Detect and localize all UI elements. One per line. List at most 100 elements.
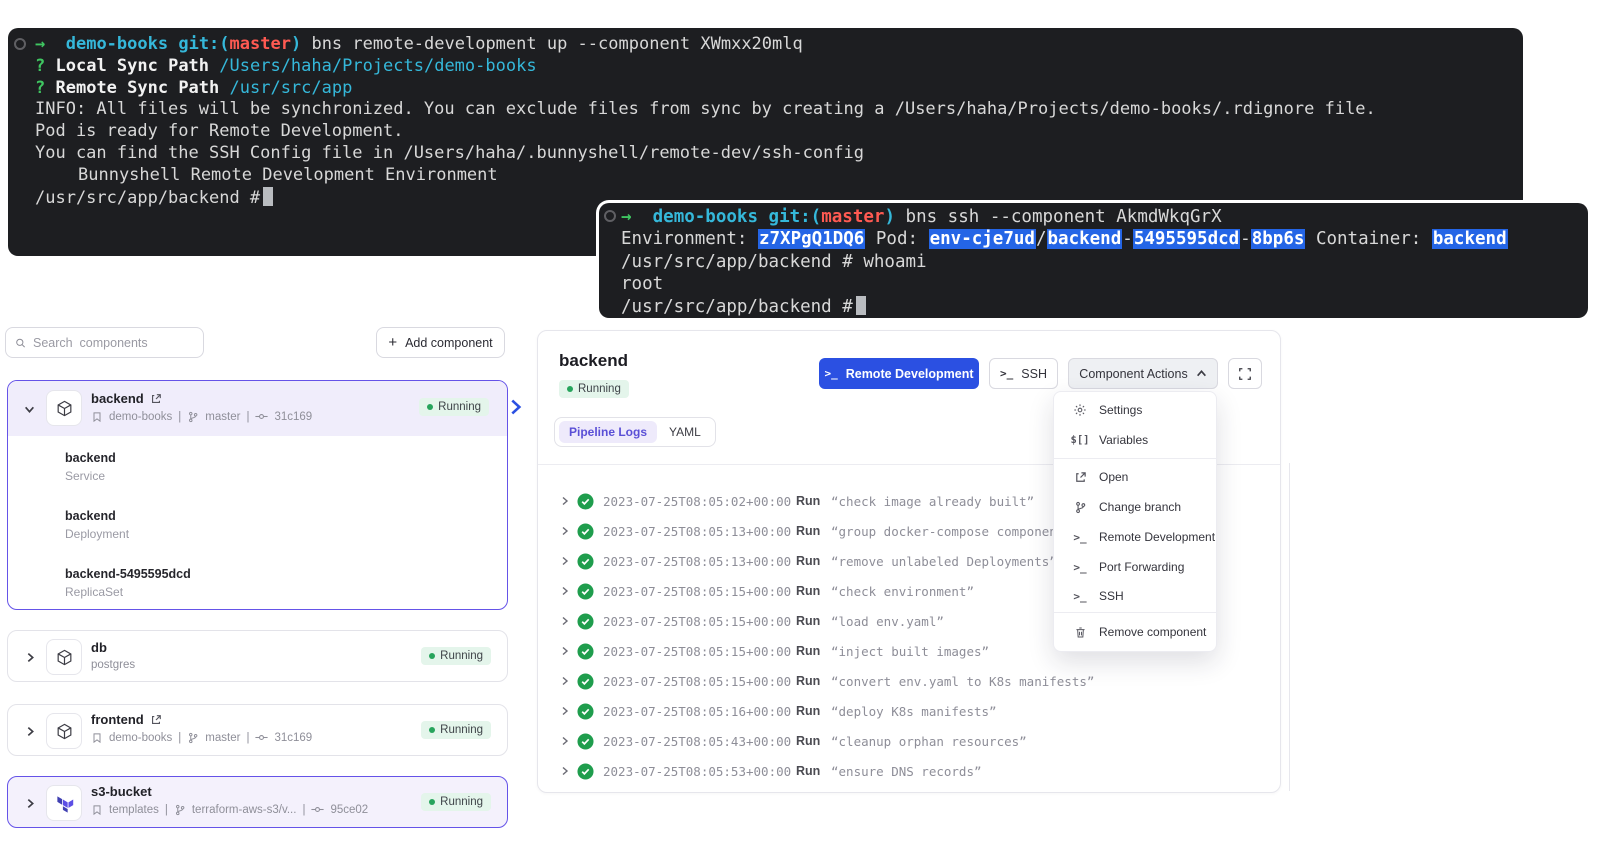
prompt-arrow-icon: → bbox=[35, 34, 45, 54]
log-row[interactable]: 2023-07-25T08:05:53+00:00 Run “ensure DN… bbox=[538, 760, 1280, 782]
status-badge: Running bbox=[419, 398, 489, 416]
menu-item-ssh[interactable]: >_ SSH bbox=[1054, 582, 1216, 610]
status-dot bbox=[429, 727, 435, 733]
chevron-right-icon[interactable] bbox=[560, 676, 570, 686]
component-card-frontend[interactable]: frontend demo-books | master | 31c169 Ru… bbox=[7, 704, 508, 756]
log-row[interactable]: 2023-07-25T08:05:15+00:00 Run “convert e… bbox=[538, 670, 1280, 692]
log-run-label: Run bbox=[796, 554, 820, 568]
menu-item-port-forwarding[interactable]: >_ Port Forwarding bbox=[1054, 553, 1216, 581]
fullscreen-button[interactable] bbox=[1228, 358, 1262, 389]
component-name: frontend bbox=[91, 712, 144, 727]
fullscreen-icon bbox=[1238, 367, 1252, 381]
prompt-dir: demo-books bbox=[66, 34, 168, 54]
chevron-down-icon[interactable] bbox=[24, 404, 35, 415]
chevron-right-icon[interactable] bbox=[560, 766, 570, 776]
log-command: “load env.yaml” bbox=[831, 614, 944, 629]
external-link-icon[interactable] bbox=[150, 393, 162, 405]
chevron-right-icon[interactable] bbox=[25, 726, 36, 737]
search-icon bbox=[15, 336, 26, 350]
status-badge: Running bbox=[421, 793, 491, 811]
terminal-window-ssh[interactable]: → demo-books git:(master) bns ssh --comp… bbox=[599, 203, 1588, 318]
terminal-cursor bbox=[856, 296, 866, 315]
component-repo: demo-books bbox=[109, 732, 172, 744]
chevron-right-icon[interactable] bbox=[560, 646, 570, 656]
menu-item-remove-component[interactable]: Remove component bbox=[1054, 618, 1216, 646]
menu-item-remote-development[interactable]: >_ Remote Development bbox=[1054, 523, 1216, 551]
log-command: “group docker-compose components” bbox=[831, 524, 1079, 539]
status-dot bbox=[429, 653, 435, 659]
component-name: backend bbox=[91, 391, 144, 406]
gear-icon bbox=[1073, 403, 1087, 417]
tab-pipeline-logs[interactable]: Pipeline Logs bbox=[559, 421, 657, 443]
repo-icon bbox=[91, 804, 103, 816]
component-actions-button[interactable]: Component Actions bbox=[1068, 358, 1218, 389]
terminal-icon: >_ bbox=[1000, 367, 1013, 380]
log-timestamp: 2023-07-25T08:05:02+00:00 bbox=[603, 494, 791, 509]
search-input[interactable] bbox=[33, 336, 194, 350]
prompt-arrow-icon: → bbox=[621, 207, 632, 227]
component-branch: master bbox=[205, 411, 240, 423]
local-sync-path: /Users/haha/Projects/demo-books bbox=[219, 56, 536, 76]
chevron-right-icon[interactable] bbox=[25, 652, 36, 663]
pod-namespace: env-cje7ud bbox=[929, 229, 1036, 249]
resource-item-backend-replicaset[interactable]: backend-5495595dcd ReplicaSet bbox=[65, 567, 191, 599]
component-card-db[interactable]: db postgres Running bbox=[7, 630, 508, 682]
terminal-icon: >_ bbox=[1072, 590, 1088, 603]
log-run-label: Run bbox=[796, 674, 820, 688]
chevron-right-icon[interactable] bbox=[560, 616, 570, 626]
chevron-right-icon[interactable] bbox=[560, 556, 570, 566]
terminal-cursor bbox=[263, 187, 273, 206]
tab-yaml[interactable]: YAML bbox=[659, 421, 711, 443]
success-check-icon bbox=[577, 763, 594, 780]
chevron-right-icon[interactable] bbox=[560, 706, 570, 716]
log-row[interactable]: 2023-07-25T08:05:16+00:00 Run “deploy K8… bbox=[538, 700, 1280, 722]
branch-icon bbox=[187, 411, 199, 423]
external-link-icon[interactable] bbox=[150, 714, 162, 726]
component-repo: templates bbox=[109, 804, 159, 816]
terminal2-whoami-line: /usr/src/app/backend # whoami bbox=[621, 251, 1578, 273]
menu-item-change-branch[interactable]: Change branch bbox=[1054, 493, 1216, 521]
log-run-label: Run bbox=[796, 584, 820, 598]
git-prefix: git:( bbox=[769, 207, 822, 227]
chevron-right-icon[interactable] bbox=[560, 736, 570, 746]
terminal1-local-sync-line: ? Local Sync Path /Users/haha/Projects/d… bbox=[35, 56, 1513, 78]
component-subtitle: postgres bbox=[91, 659, 135, 671]
log-row[interactable]: 2023-07-25T08:05:43+00:00 Run “cleanup o… bbox=[538, 730, 1280, 752]
chevron-right-icon[interactable] bbox=[560, 526, 570, 536]
chevron-right-icon[interactable] bbox=[560, 586, 570, 596]
branch-icon bbox=[1074, 501, 1087, 514]
success-check-icon bbox=[577, 703, 594, 720]
add-component-button[interactable]: + Add component bbox=[376, 327, 505, 358]
terminal2-command: bns ssh --component AkmdWkqGrX bbox=[906, 207, 1222, 227]
success-check-icon bbox=[577, 583, 594, 600]
resource-item-backend-service[interactable]: backend Service bbox=[65, 451, 116, 483]
pod-suffix: 8bp6s bbox=[1251, 229, 1306, 249]
ssh-button[interactable]: >_ SSH bbox=[989, 358, 1058, 389]
log-timestamp: 2023-07-25T08:05:13+00:00 bbox=[603, 554, 791, 569]
log-run-label: Run bbox=[796, 524, 820, 538]
log-command: “check image already built” bbox=[831, 494, 1034, 509]
terminal1-remote-sync-line: ? Remote Sync Path /usr/src/app bbox=[35, 78, 1513, 100]
component-card-backend-header[interactable]: backend demo-books | master | 31c169 Run… bbox=[8, 381, 507, 436]
scroll-track[interactable] bbox=[1289, 463, 1290, 791]
terminal1-banner: Bunnyshell Remote Development Environmen… bbox=[35, 165, 1513, 187]
success-check-icon bbox=[577, 493, 594, 510]
log-run-label: Run bbox=[796, 764, 820, 778]
git-prefix: git:( bbox=[178, 34, 229, 54]
resource-item-backend-deployment[interactable]: backend Deployment bbox=[65, 509, 129, 541]
branch-icon bbox=[174, 804, 186, 816]
menu-item-settings[interactable]: Settings bbox=[1054, 396, 1216, 424]
remote-development-button[interactable]: >_ Remote Development bbox=[819, 358, 979, 389]
navigate-chevron-icon[interactable] bbox=[509, 398, 522, 416]
git-branch: master bbox=[230, 34, 291, 54]
menu-item-open[interactable]: Open bbox=[1054, 463, 1216, 491]
component-card-backend[interactable]: backend demo-books | master | 31c169 Run… bbox=[7, 380, 508, 610]
log-timestamp: 2023-07-25T08:05:13+00:00 bbox=[603, 524, 791, 539]
commit-icon bbox=[255, 410, 268, 423]
menu-item-variables[interactable]: $[] Variables bbox=[1054, 426, 1216, 454]
chevron-right-icon[interactable] bbox=[25, 798, 36, 809]
component-card-s3-bucket[interactable]: s3-bucket templates | terraform-aws-s3/v… bbox=[7, 776, 508, 828]
log-run-label: Run bbox=[796, 734, 820, 748]
trash-icon bbox=[1074, 626, 1087, 639]
chevron-right-icon[interactable] bbox=[560, 496, 570, 506]
